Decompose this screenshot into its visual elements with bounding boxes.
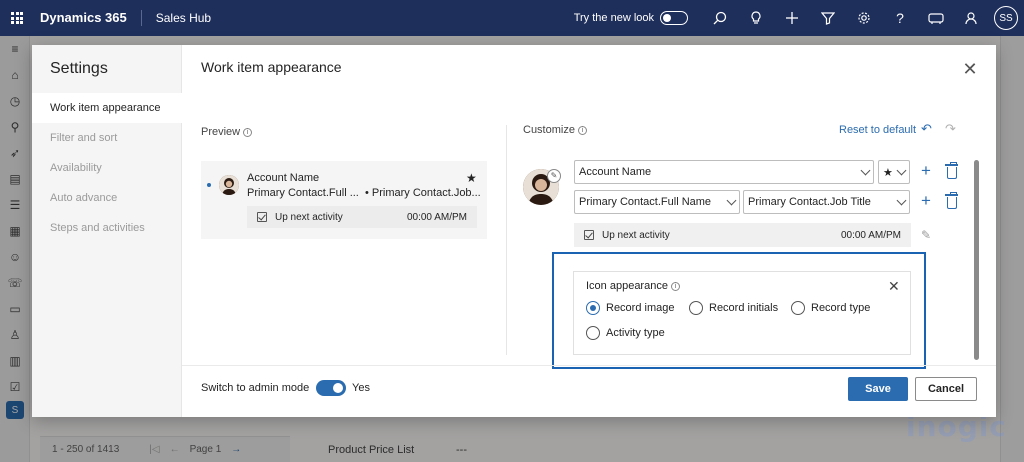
field-3-select[interactable]: Primary Contact.Job Title — [743, 190, 910, 214]
plus-icon[interactable] — [774, 0, 810, 36]
icon-appearance-panel: Icon appearance i ✕ Record image Record i… — [573, 271, 911, 355]
radio-record-initials-label: Record initials — [709, 302, 779, 314]
assist-icon[interactable] — [918, 0, 954, 36]
settings-nav: Settings Work item appearance Filter and… — [32, 45, 182, 417]
admin-mode-label: Switch to admin mode — [201, 382, 310, 394]
footer-divider — [182, 365, 996, 366]
nav-item-availability[interactable]: Availability — [32, 153, 182, 183]
try-new-look-toggle[interactable] — [660, 11, 688, 25]
radio-record-image-label: Record image — [606, 302, 675, 314]
dialog-title: Work item appearance — [201, 59, 342, 75]
gear-icon[interactable] — [846, 0, 882, 36]
field-2-value: Primary Contact.Full Name — [579, 196, 712, 208]
icon-appearance-title: Icon appearance — [586, 280, 668, 292]
radio-record-image[interactable]: Record image — [586, 301, 674, 315]
lightbulb-icon[interactable] — [738, 0, 774, 36]
preview-contact-full-name: Primary Contact.Full ... — [247, 187, 359, 199]
delete-row-2-icon[interactable] — [945, 192, 958, 209]
undo-icon[interactable]: ↶ — [921, 121, 932, 137]
task-check-icon — [584, 230, 594, 240]
radio-circle-icon — [689, 301, 703, 315]
info-icon[interactable]: i — [243, 128, 253, 137]
preview-heading: Preview i — [201, 126, 253, 138]
radio-activity-type[interactable]: Activity type — [586, 326, 665, 340]
customize-activity-label: Up next activity — [602, 229, 670, 241]
nav-item-auto-advance[interactable]: Auto advance — [32, 183, 182, 213]
admin-mode-toggle[interactable] — [316, 380, 346, 396]
try-new-look-label: Try the new look — [573, 12, 654, 24]
chevron-down-icon — [896, 165, 907, 176]
preview-contact-job-title: • Primary Contact.Job... — [365, 187, 481, 199]
star-select-value: ★ — [883, 166, 893, 179]
nav-item-filter-and-sort[interactable]: Filter and sort — [32, 123, 182, 153]
close-icon[interactable]: ✕ — [888, 278, 900, 295]
app-name[interactable]: Sales Hub — [156, 11, 211, 25]
radio-circle-icon — [791, 301, 805, 315]
field-1-value: Account Name — [579, 166, 652, 178]
task-check-icon — [257, 212, 267, 222]
customize-heading: Customize i — [523, 124, 587, 136]
preview-label: Preview — [201, 126, 241, 138]
close-icon[interactable]: ✕ — [962, 60, 978, 78]
chevron-down-icon — [896, 195, 907, 206]
radio-record-initials[interactable]: Record initials — [689, 301, 778, 315]
app-launcher-button[interactable] — [0, 0, 34, 36]
cancel-button[interactable]: Cancel — [915, 377, 977, 401]
unread-dot-icon — [207, 183, 211, 187]
brand-name[interactable]: Dynamics 365 — [40, 10, 142, 26]
chevron-down-icon — [860, 165, 871, 176]
customize-activity-row: Up next activity 00:00 AM/PM — [574, 223, 911, 247]
icon-appearance-heading: Icon appearance i — [586, 280, 680, 292]
redo-icon[interactable]: ↷ — [945, 121, 956, 137]
nav-item-work-item-appearance[interactable]: Work item appearance — [32, 93, 182, 123]
user-avatar[interactable]: SS — [994, 6, 1018, 30]
radio-circle-icon — [586, 301, 600, 315]
field-3-value: Primary Contact.Job Title — [748, 196, 871, 208]
waffle-icon — [11, 12, 23, 24]
vertical-scrollbar[interactable] — [974, 160, 979, 360]
help-icon[interactable]: ? — [882, 0, 918, 36]
settings-dialog: Settings Work item appearance Filter and… — [32, 45, 996, 417]
add-field-row-2-icon[interactable]: + — [921, 192, 931, 209]
section-divider — [506, 125, 507, 355]
top-bar: Dynamics 365 Sales Hub Try the new look … — [0, 0, 1024, 36]
admin-mode-value: Yes — [352, 382, 370, 394]
star-select[interactable]: ★ — [878, 160, 910, 184]
preview-activity-time: 00:00 AM/PM — [406, 211, 467, 223]
pencil-icon[interactable]: ✎ — [921, 228, 931, 242]
save-button[interactable]: Save — [848, 377, 908, 401]
radio-record-type-label: Record type — [811, 302, 871, 314]
copilot-icon[interactable] — [954, 0, 990, 36]
field-1-select[interactable]: Account Name — [574, 160, 874, 184]
settings-title: Settings — [50, 60, 108, 77]
reset-to-default-link[interactable]: Reset to default — [839, 124, 916, 136]
delete-row-1-icon[interactable] — [945, 162, 958, 179]
preview-account-name: Account Name — [247, 172, 320, 184]
add-field-row-1-icon[interactable]: + — [921, 162, 931, 179]
filter-icon[interactable] — [810, 0, 846, 36]
preview-activity-row: Up next activity 00:00 AM/PM — [247, 206, 477, 228]
field-2-select[interactable]: Primary Contact.Full Name — [574, 190, 740, 214]
radio-circle-icon — [586, 326, 600, 340]
customize-activity-time: 00:00 AM/PM — [840, 229, 901, 241]
radio-record-type[interactable]: Record type — [791, 301, 870, 315]
edit-avatar-icon[interactable]: ✎ — [547, 169, 561, 183]
preview-activity-label: Up next activity — [275, 211, 343, 223]
info-icon[interactable]: i — [670, 282, 680, 291]
info-icon[interactable]: i — [577, 126, 587, 135]
preview-card: Account Name ★ Primary Contact.Full ... … — [201, 161, 487, 239]
radio-activity-type-label: Activity type — [606, 327, 665, 339]
chevron-down-icon — [726, 195, 737, 206]
customize-label: Customize — [523, 124, 575, 136]
nav-item-steps-and-activities[interactable]: Steps and activities — [32, 213, 182, 243]
record-image-avatar — [219, 175, 239, 195]
search-icon[interactable] — [702, 0, 738, 36]
star-icon: ★ — [466, 171, 477, 185]
